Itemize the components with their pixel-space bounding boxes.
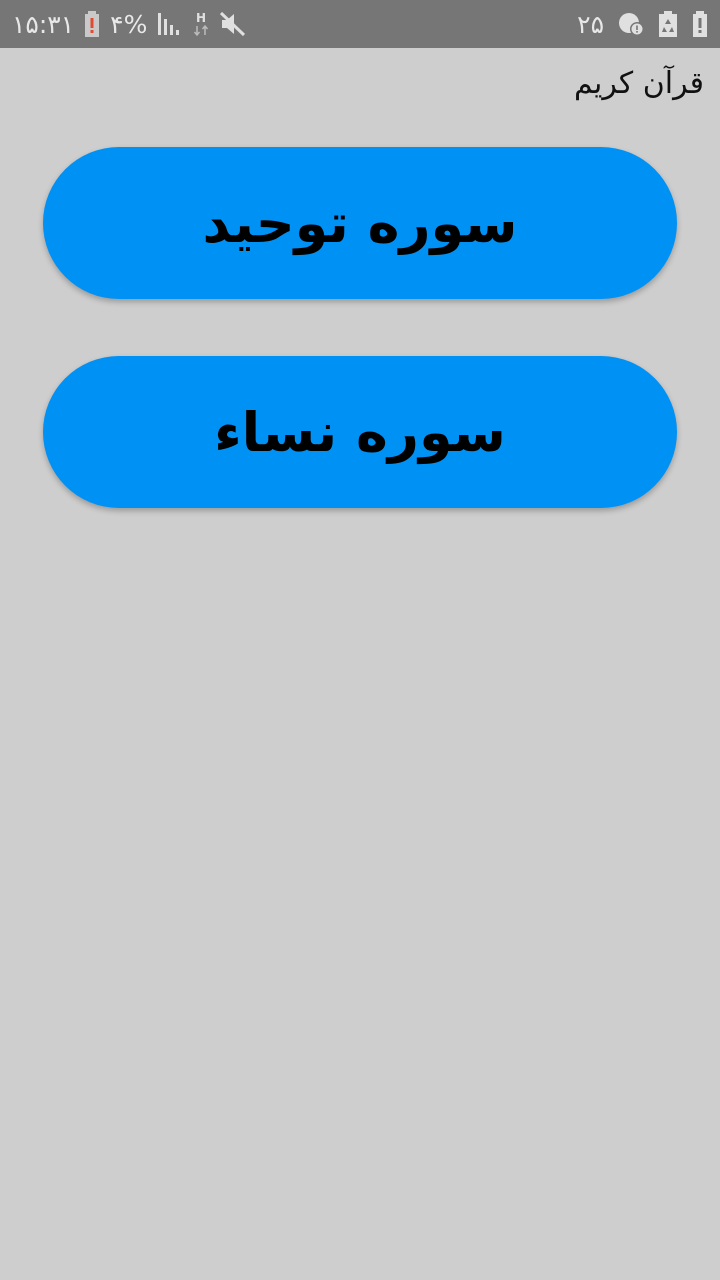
status-left-group: ۱۵:۳۱ ۴% H — [12, 0, 247, 48]
chat-alert-icon — [618, 11, 644, 37]
battery-icon — [84, 11, 100, 37]
surah-nisa-button[interactable]: سوره نساء — [43, 356, 677, 508]
status-bar: ۱۵:۳۱ ۴% H ۲۵ — [0, 0, 720, 48]
network-h-icon: H — [193, 11, 209, 37]
warning-icon — [692, 11, 708, 37]
recycle-icon — [658, 11, 678, 37]
signal-icon — [157, 11, 183, 37]
surah-tawhid-button[interactable]: سوره توحید — [43, 147, 677, 299]
battery-percent: ۴% — [110, 9, 148, 39]
clock: ۱۵:۳۱ — [12, 9, 75, 39]
surah-nisa-label: سوره نساء — [214, 400, 506, 464]
app-title: قرآن کریم — [574, 66, 704, 101]
svg-text:H: H — [196, 11, 206, 25]
status-right-group: ۲۵ — [577, 0, 708, 48]
surah-tawhid-label: سوره توحید — [202, 191, 518, 255]
notification-count: ۲۵ — [577, 9, 604, 39]
mute-icon — [219, 11, 247, 37]
